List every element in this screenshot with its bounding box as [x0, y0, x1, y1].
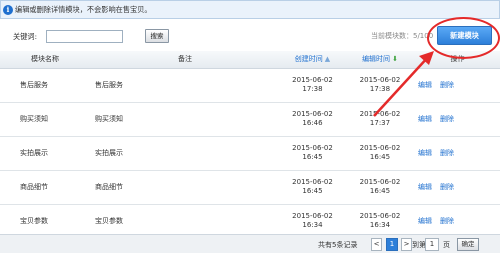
- annotation-arrow-icon: [373, 51, 434, 117]
